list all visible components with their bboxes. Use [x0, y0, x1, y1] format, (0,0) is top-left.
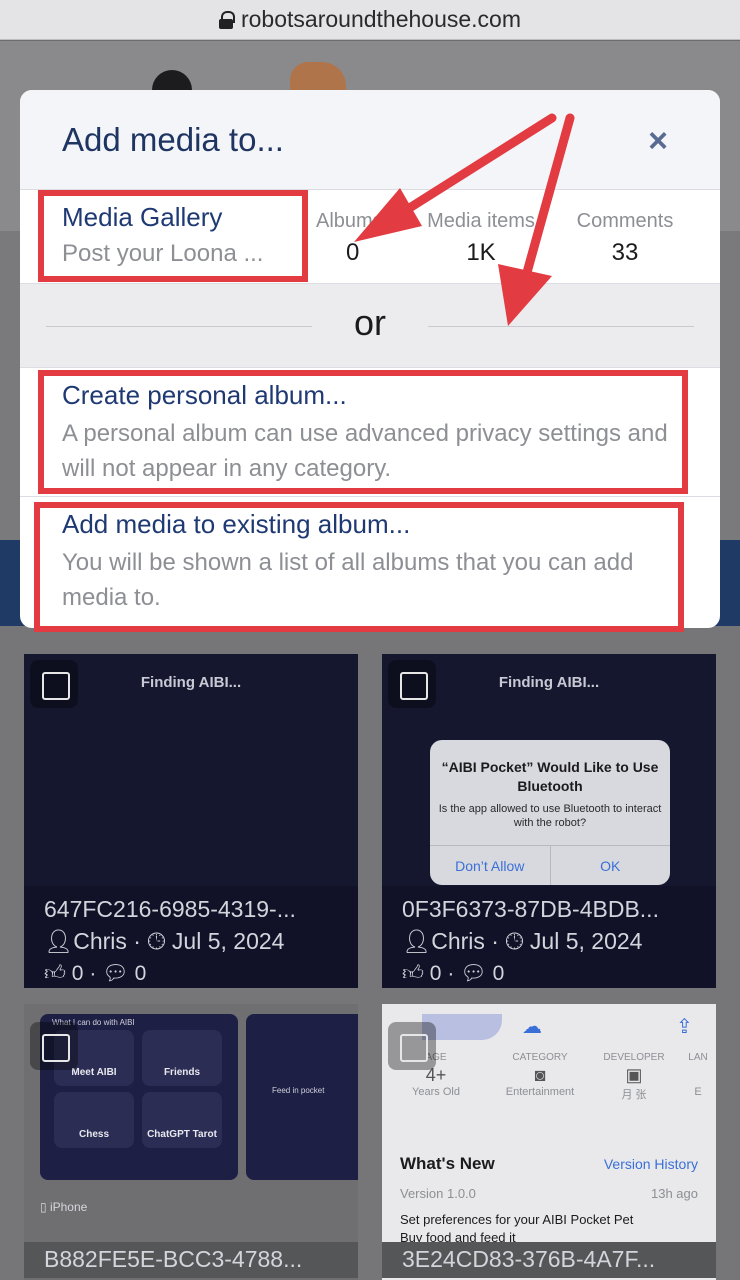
version-time: 13h ago: [651, 1186, 698, 1201]
media-title[interactable]: 647FC216-6985-4319-...: [44, 896, 296, 923]
media-title[interactable]: B882FE5E-BCC3-4788...: [44, 1246, 302, 1273]
dialog-title: Add media to...: [62, 120, 284, 158]
tile-label: ChatGPT Tarot: [147, 1129, 217, 1140]
media-title[interactable]: 0F3F6373-87DB-4BDB...: [402, 896, 659, 923]
close-icon[interactable]: ×: [648, 124, 668, 158]
stat-comments: Comments 33: [576, 210, 674, 266]
highlight-media-gallery: [38, 190, 308, 282]
side-screenshot: Feed in pocket: [246, 1014, 358, 1180]
thumbs-up-icon: 👍︎: [402, 962, 424, 985]
whats-new-heading: What's New: [400, 1154, 495, 1173]
device-label: ▯ iPhone: [40, 1200, 88, 1214]
clock-icon: 🕒︎: [505, 928, 524, 954]
select-checkbox[interactable]: [388, 1022, 436, 1070]
alert-message: Is the app allowed to use Bluetooth to i…: [438, 803, 662, 829]
comment-icon: 💬︎: [460, 962, 487, 985]
url-text: robotsaroundthehouse.com: [240, 6, 522, 32]
version-history-link: Version History: [603, 1156, 698, 1172]
highlight-existing-album: [34, 502, 684, 632]
side-label: Feed in pocket: [272, 1086, 325, 1095]
cloud-download-icon: ☁: [522, 1016, 542, 1038]
clock-icon: 🕒︎: [147, 928, 166, 954]
thumbs-up-icon: 👍︎: [44, 962, 66, 985]
tile-label: Friends: [163, 1067, 201, 1078]
comment-icon: 💬︎: [102, 962, 129, 985]
media-info: B882FE5E-BCC3-4788...: [24, 1242, 358, 1278]
or-separator: or: [20, 284, 720, 368]
media-info: 647FC216-6985-4319-... 👤︎Chris · 🕒︎ Jul …: [24, 886, 358, 988]
person-card-icon: ▣: [625, 1065, 643, 1085]
share-icon: ⇪: [676, 1016, 693, 1038]
select-checkbox[interactable]: [30, 660, 78, 708]
select-checkbox[interactable]: [30, 1022, 78, 1070]
media-card[interactable]: What I can do with AIBI Meet AIBI Friend…: [24, 1004, 358, 1280]
highlight-create-album: [38, 370, 688, 494]
media-info: 3E24CD83-376B-4A7F...: [382, 1242, 716, 1278]
bluetooth-permission-alert: “AIBI Pocket” Would Like to Use Bluetoot…: [430, 740, 670, 885]
tile-label: Chess: [78, 1129, 109, 1140]
alert-title: “AIBI Pocket” Would Like to Use Bluetoot…: [441, 759, 659, 794]
media-meta: 👤︎Chris · 🕒︎ Jul 5, 2024: [44, 928, 285, 954]
lock-icon: [218, 10, 235, 29]
media-reactions: 👍︎ 0 · 💬︎ 0: [402, 962, 505, 985]
media-reactions: 👍︎ 0 · 💬︎ 0: [44, 962, 147, 985]
or-label: or: [353, 302, 386, 343]
media-title[interactable]: 3E24CD83-376B-4A7F...: [402, 1246, 655, 1273]
version-label: Version 1.0.0: [400, 1186, 476, 1201]
media-card[interactable]: Finding AIBI... 647FC216-6985-4319-... 👤…: [24, 654, 358, 988]
address-bar[interactable]: robotsaroundthehouse.com: [0, 0, 740, 40]
user-icon: 👤︎: [402, 928, 432, 954]
user-icon: 👤︎: [44, 928, 74, 954]
ok-button: OK: [549, 846, 671, 885]
media-card[interactable]: ☁ ⇪ AGE 4+ Years Old CATEGORY ◙ Entertai…: [382, 1004, 716, 1280]
media-info: 0F3F6373-87DB-4BDB... 👤︎Chris · 🕒︎ Jul 5…: [382, 886, 716, 988]
stat-albums: Albums 0: [316, 210, 376, 266]
release-note: Set preferences for your AIBI Pocket Pet: [400, 1212, 634, 1227]
media-card[interactable]: Finding AIBI... “AIBI Pocket” Would Like…: [382, 654, 716, 988]
media-meta: 👤︎Chris · 🕒︎ Jul 5, 2024: [402, 928, 643, 954]
dialog-header: Add media to... ×: [20, 90, 720, 190]
theater-masks-icon: ◙: [534, 1065, 546, 1085]
dont-allow-button: Don’t Allow: [455, 858, 525, 874]
select-checkbox[interactable]: [388, 660, 436, 708]
stat-media-items: Media items 1K: [427, 210, 535, 266]
